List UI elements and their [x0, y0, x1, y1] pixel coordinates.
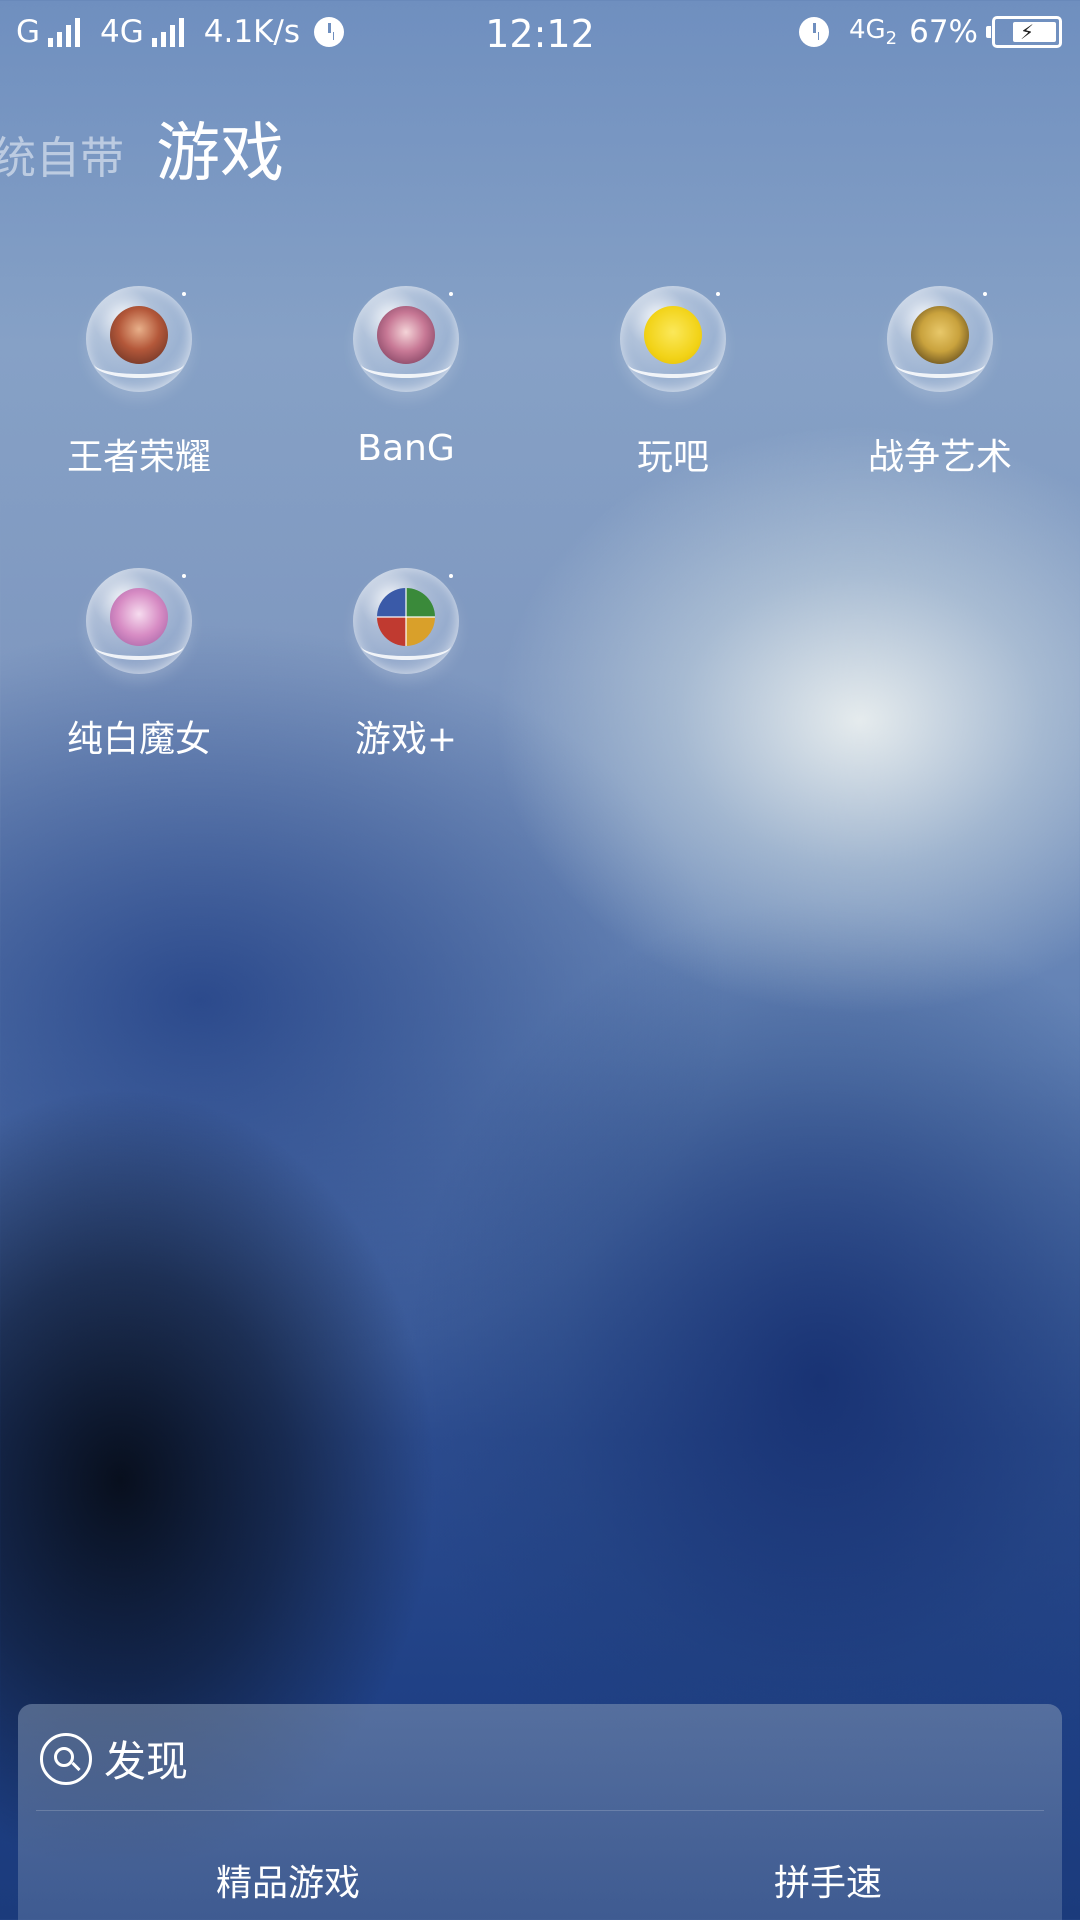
tab-games[interactable]: 游戏 — [156, 102, 284, 194]
search-icon — [40, 1732, 92, 1785]
charging-bolt-icon: ⚡ — [1019, 20, 1035, 44]
sim-slot-label: 2 — [885, 28, 898, 50]
app-label: BanG — [357, 428, 455, 469]
network-type-3-label: 4G — [848, 14, 886, 45]
app-label: 王者荣耀 — [66, 437, 211, 478]
art-of-war-icon — [887, 286, 993, 392]
app-art-of-war[interactable]: 战争艺术 — [830, 286, 1050, 480]
battery-percent: 67% — [909, 14, 978, 50]
app-bang-dream[interactable]: BanG — [296, 286, 516, 469]
wanba-icon — [620, 286, 726, 392]
status-bar: G 4G 4.1K/s 12:12 4G2 67% ⚡ — [0, 0, 1080, 76]
app-wanba[interactable]: 玩吧 — [563, 286, 783, 480]
folder-tabs: 统自带 游戏 — [0, 100, 1080, 191]
divider — [36, 1810, 1044, 1811]
alarm-icon — [798, 17, 829, 47]
status-right: 4G2 67% ⚡ — [793, 14, 1062, 50]
app-honor-of-kings[interactable]: 王者荣耀 — [29, 286, 249, 480]
bang-dream-icon — [353, 286, 459, 392]
pure-white-witch-icon — [86, 568, 192, 674]
app-game-plus[interactable]: 游戏+ — [296, 568, 516, 762]
discover-item-featured-games[interactable]: 精品游戏 — [216, 1854, 360, 1906]
app-label: 纯白魔女 — [66, 719, 211, 760]
battery-icon: ⚡ — [986, 16, 1062, 48]
tab-system-apps[interactable]: 统自带 — [0, 122, 124, 186]
discover-item-hand-speed[interactable]: 拼手速 — [774, 1854, 882, 1906]
app-label: 游戏+ — [354, 719, 458, 760]
network-type-3: 4G2 — [849, 15, 897, 49]
app-label: 战争艺术 — [867, 437, 1012, 478]
discover-header[interactable]: 发现 — [40, 1728, 188, 1789]
discover-panel: 发现 精品游戏 拼手速 — [18, 1704, 1062, 1920]
app-pure-white-witch[interactable]: 纯白魔女 — [29, 568, 249, 762]
app-label: 玩吧 — [636, 437, 709, 478]
discover-title: 发现 — [104, 1737, 189, 1786]
honor-of-kings-icon — [86, 286, 192, 392]
game-plus-icon — [353, 568, 459, 674]
